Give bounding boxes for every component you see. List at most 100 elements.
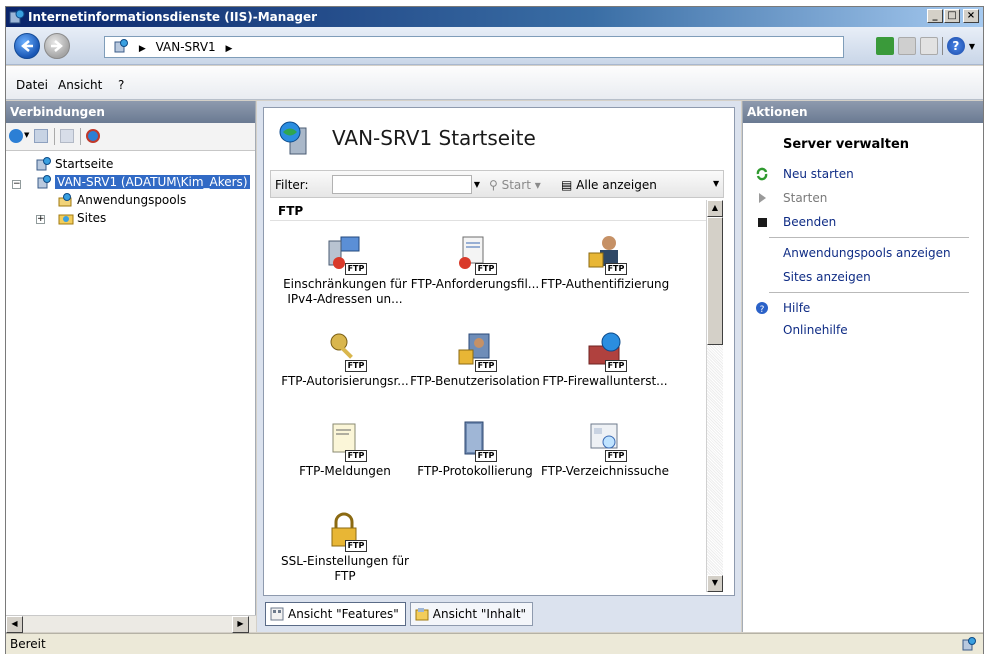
menu-bar: Datei Ansicht ? xyxy=(6,66,983,100)
connections-pane: Verbindungen ▼ Startseite − VAN-SRV1 (AD… xyxy=(6,101,256,633)
up-level-icon[interactable] xyxy=(60,129,74,143)
address-toolbar: ▶ VAN-SRV1 ▶ ? ▼ xyxy=(6,27,983,65)
authorization-key-icon: FTP xyxy=(325,330,367,372)
window-title: Internetinformationsdienste (IIS)-Manage… xyxy=(28,10,318,24)
tree-item-startseite[interactable]: Startseite xyxy=(36,155,113,173)
help-icon: ? xyxy=(756,302,768,315)
features-frame: VAN-SRV1 Startseite Filter: ▼ ⚲ Start ▾ … xyxy=(263,107,735,596)
back-arrow-icon xyxy=(21,40,33,52)
view-tabs: Ansicht "Features" Ansicht "Inhalt" xyxy=(265,602,534,626)
status-server-icon xyxy=(962,637,976,651)
filter-toolbar: Filter: ▼ ⚲ Start ▾ ▤ Alle anzeigen ▼ xyxy=(270,170,724,198)
help-icon[interactable]: ? xyxy=(946,37,965,55)
disconnect-icon[interactable] xyxy=(86,129,100,143)
feature-ftp-user-isolation[interactable]: FTP FTP-Benutzerisolation xyxy=(410,330,540,389)
breadcrumb-separator-icon[interactable]: ▶ xyxy=(226,44,233,54)
features-view-icon xyxy=(270,607,284,621)
feature-ftp-authentication[interactable]: FTP FTP-Authentifizierung xyxy=(540,233,670,292)
scroll-up-button[interactable]: ▲ xyxy=(707,200,723,217)
page-header: VAN-SRV1 Startseite xyxy=(264,108,734,168)
menu-file[interactable]: Datei xyxy=(16,78,48,92)
tree-expander-server[interactable]: − xyxy=(12,180,21,189)
maximize-button[interactable]: □ xyxy=(944,9,960,23)
stop-icon xyxy=(758,218,767,227)
refresh-icon[interactable] xyxy=(875,37,894,55)
request-filter-icon: FTP xyxy=(455,233,497,275)
connections-title: Verbindungen xyxy=(6,101,255,123)
feature-ftp-directory-browsing[interactable]: FTP FTP-Verzeichnissuche xyxy=(540,420,670,479)
firewall-icon: FTP xyxy=(585,330,627,372)
actions-title: Aktionen xyxy=(743,101,983,123)
menu-help[interactable]: ? xyxy=(118,78,124,92)
restart-icon xyxy=(756,167,768,181)
page-title: VAN-SRV1 Startseite xyxy=(332,126,536,150)
ssl-lock-icon: FTP xyxy=(325,510,367,552)
back-button[interactable] xyxy=(14,33,40,59)
forward-arrow-icon xyxy=(51,40,63,52)
tree-expander-sites[interactable]: + xyxy=(36,215,45,224)
actions-divider xyxy=(769,237,969,238)
start-icon xyxy=(759,193,766,203)
stop-icon[interactable] xyxy=(897,37,916,55)
feature-ftp-ssl-settings[interactable]: FTP SSL-Einstellungen für FTP xyxy=(280,510,410,584)
show-all-button[interactable]: ▤ Alle anzeigen xyxy=(561,178,657,192)
help-dropdown-icon[interactable]: ▼ xyxy=(969,42,975,51)
iis-manager-window: Internetinformationsdienste (IIS)-Manage… xyxy=(5,6,984,654)
features-pane: VAN-SRV1 Startseite Filter: ▼ ⚲ Start ▾ … xyxy=(257,101,741,632)
menu-view[interactable]: Ansicht xyxy=(58,78,102,92)
group-header-ftp: FTP xyxy=(270,201,706,221)
breadcrumb-separator-icon[interactable]: ▶ xyxy=(139,44,146,54)
feature-ftp-firewall-support[interactable]: FTP FTP-Firewallunterst... xyxy=(540,330,670,389)
toolbar-divider xyxy=(941,37,943,55)
minimize-button[interactable]: _ xyxy=(927,9,943,23)
connections-horizontal-scrollbar[interactable]: ◀ ▶ xyxy=(6,615,256,633)
messages-icon: FTP xyxy=(325,420,367,462)
directory-browsing-icon: FTP xyxy=(585,420,627,462)
address-box[interactable]: ▶ VAN-SRV1 ▶ xyxy=(104,36,844,58)
scroll-left-button[interactable]: ◀ xyxy=(6,616,23,633)
feature-ipv4-restrictions[interactable]: FTP Einschränkungen für IPv4-Adressen un… xyxy=(280,233,410,307)
scroll-right-button[interactable]: ▶ xyxy=(232,616,249,633)
user-isolation-icon: FTP xyxy=(455,330,497,372)
actions-section-manage-server: Server verwalten xyxy=(783,137,910,152)
connect-dropdown-icon[interactable]: ▼ xyxy=(24,131,29,139)
actions-pane: Aktionen Server verwalten Neu starten St… xyxy=(742,101,983,632)
forward-button[interactable] xyxy=(44,33,70,59)
application-pools-icon xyxy=(58,193,72,207)
tab-features-view[interactable]: Ansicht "Features" xyxy=(265,602,406,626)
connect-icon[interactable] xyxy=(9,129,23,143)
feature-ftp-authorization-rules[interactable]: FTP FTP-Autorisierungsr... xyxy=(280,330,410,389)
home-icon[interactable] xyxy=(919,37,938,55)
feature-ftp-logging[interactable]: FTP FTP-Protokollierung xyxy=(410,420,540,479)
filter-input[interactable] xyxy=(332,175,472,194)
logging-icon: FTP xyxy=(455,420,497,462)
tree-item-server[interactable]: VAN-SRV1 (ADATUM\Kim_Akers) xyxy=(36,173,250,191)
actions-divider xyxy=(769,292,969,293)
server-icon xyxy=(37,175,51,189)
scroll-thumb[interactable] xyxy=(707,217,723,345)
start-filter-button[interactable]: ⚲ Start ▾ xyxy=(489,178,541,192)
content-view-icon xyxy=(415,608,429,621)
feature-ftp-messages[interactable]: FTP FTP-Meldungen xyxy=(280,420,410,479)
features-vertical-scrollbar[interactable]: ▲ ▼ xyxy=(706,200,723,592)
filter-dropdown-icon[interactable]: ▼ xyxy=(471,175,483,194)
connections-tree: Startseite − VAN-SRV1 (ADATUM\Kim_Akers)… xyxy=(6,151,255,600)
toolbar-divider xyxy=(54,128,55,145)
iis-app-icon xyxy=(9,9,25,24)
toolbar-overflow-icon[interactable]: ▼ xyxy=(713,179,719,188)
home-page-icon xyxy=(36,157,51,171)
title-bar[interactable]: Internetinformationsdienste (IIS)-Manage… xyxy=(6,7,983,27)
sites-folder-icon xyxy=(58,214,74,225)
save-icon[interactable] xyxy=(34,129,48,143)
scroll-down-button[interactable]: ▼ xyxy=(707,575,723,592)
close-button[interactable]: × xyxy=(963,9,979,23)
svg-text:?: ? xyxy=(760,305,765,315)
ip-restrictions-icon: FTP xyxy=(325,233,367,275)
feature-ftp-request-filtering[interactable]: FTP FTP-Anforderungsfil... xyxy=(410,233,540,292)
server-page-icon xyxy=(279,121,307,155)
tab-content-view[interactable]: Ansicht "Inhalt" xyxy=(409,602,534,626)
status-bar: Bereit xyxy=(6,633,983,654)
breadcrumb-server[interactable]: VAN-SRV1 xyxy=(156,40,216,54)
tree-item-application-pools[interactable]: Anwendungspools xyxy=(58,191,186,209)
tree-item-sites[interactable]: Sites xyxy=(58,209,106,227)
